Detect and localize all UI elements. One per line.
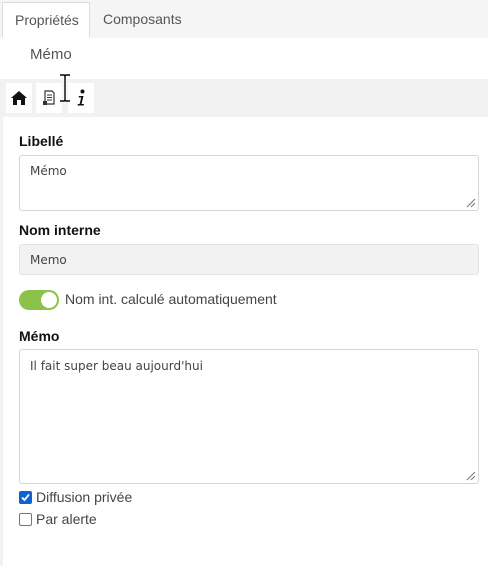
diffusion-privee-row: Diffusion privée bbox=[19, 489, 132, 505]
tab-composants[interactable]: Composants bbox=[91, 2, 194, 38]
auto-name-toggle[interactable] bbox=[19, 290, 59, 310]
nom-interne-value: Memo bbox=[30, 253, 67, 267]
diffusion-privee-checkbox[interactable] bbox=[19, 490, 32, 504]
nom-interne-label: Nom interne bbox=[19, 222, 101, 238]
toggle-knob bbox=[41, 292, 57, 308]
resize-grip-icon[interactable] bbox=[466, 471, 476, 481]
diffusion-privee-label: Diffusion privée bbox=[36, 489, 133, 505]
libelle-label: Libellé bbox=[19, 133, 64, 149]
memo-value: Il fait super beau aujourd'hui bbox=[30, 359, 203, 373]
par-alerte-row: Par alerte bbox=[19, 511, 97, 527]
libelle-value: Mémo bbox=[30, 164, 67, 178]
home-button[interactable] bbox=[6, 83, 32, 113]
par-alerte-checkbox[interactable] bbox=[19, 512, 32, 526]
par-alerte-label: Par alerte bbox=[36, 511, 97, 527]
libelle-textarea[interactable]: Mémo bbox=[19, 155, 479, 211]
tab-bar: Propriétés Composants bbox=[0, 0, 488, 38]
memo-label: Mémo bbox=[19, 328, 60, 344]
toolbar bbox=[0, 79, 488, 117]
auto-name-toggle-label: Nom int. calculé automatiquement bbox=[65, 291, 277, 307]
home-icon bbox=[11, 91, 27, 105]
resize-grip-icon[interactable] bbox=[466, 198, 476, 208]
document-icon bbox=[43, 90, 55, 105]
page-title: Mémo bbox=[30, 46, 72, 63]
panel-border bbox=[0, 117, 3, 566]
tab-proprietes[interactable]: Propriétés bbox=[2, 2, 90, 38]
text-cursor-icon bbox=[60, 74, 70, 102]
checkmark-icon bbox=[21, 493, 30, 501]
nom-interne-field[interactable]: Memo bbox=[19, 244, 479, 275]
info-icon bbox=[77, 89, 85, 106]
memo-textarea[interactable]: Il fait super beau aujourd'hui bbox=[19, 349, 479, 484]
